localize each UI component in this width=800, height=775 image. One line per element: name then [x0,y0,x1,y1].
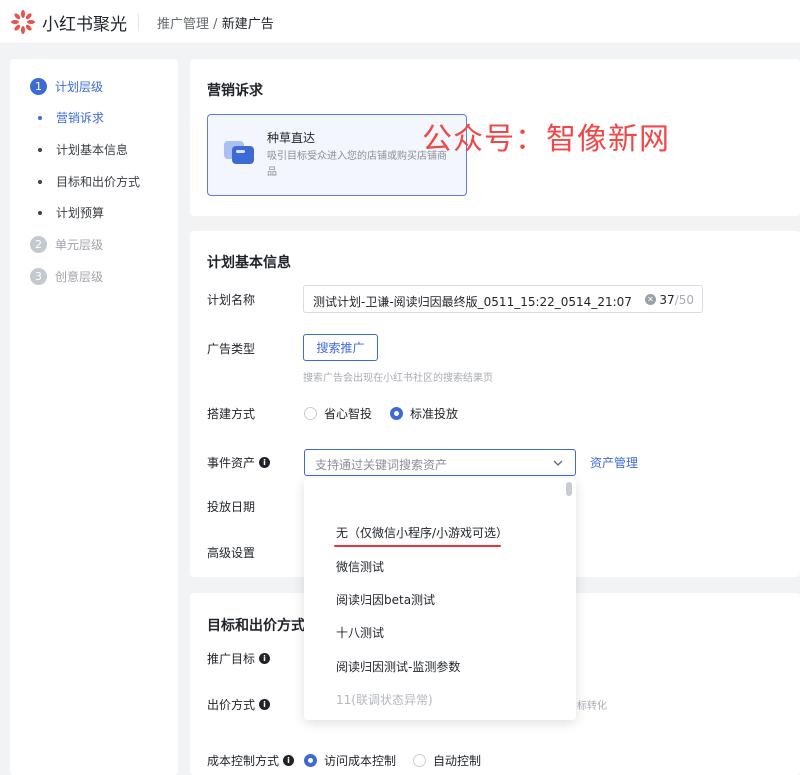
radio-circle [304,754,317,767]
section-title: 计划基本信息 [207,255,291,271]
breadcrumb-separator: / [213,17,218,32]
event-asset-label: 事件资产 i [207,454,271,471]
build-method-label: 搭建方式 [207,407,256,421]
step-label: 计划层级 [55,79,104,94]
radio-circle [413,754,426,767]
sidebar-step-plan[interactable]: 1 计划层级 [30,76,103,96]
step-number: 3 [30,267,47,285]
logo-icon [11,10,35,34]
advanced-settings-label: 高级设置 [207,546,256,560]
header-divider [138,13,139,31]
clear-icon[interactable]: ✕ [645,294,656,305]
sidebar-item-goal-bid[interactable]: 目标和出价方式 [38,173,140,190]
plan-name-label: 计划名称 [207,293,256,307]
dropdown-option[interactable]: 阅读归因beta测试 [336,591,435,608]
bid-side-text: 标转化 [577,701,607,712]
dropdown-option[interactable]: 阅读归因测试-监测参数 [336,658,460,675]
sidebar-item-label: 计划基本信息 [56,143,129,157]
info-icon[interactable]: i [259,653,271,664]
bullet-dot [38,147,42,152]
bullet-dot [38,115,42,120]
bullet-dot [38,179,42,184]
sidebar-item-budget[interactable]: 计划预算 [38,204,104,221]
ad-type-label: 广告类型 [207,342,256,356]
sidebar-item-label: 营销诉求 [56,111,105,125]
plan-name-value: 测试计划-卫谦-阅读归因最终版_0511_15:22_0514_21:07 [313,295,632,309]
step-label: 创意层级 [55,269,104,284]
asset-management-link[interactable]: 资产管理 [590,454,638,471]
dropdown-option-disabled: 11(联调状态异常) [336,693,433,707]
bid-method-label-text: 出价方式 [207,698,256,712]
annotation-underline [334,545,501,547]
ad-type-hint: 搜索广告会出现在小红书社区的搜索结果页 [303,373,493,384]
promo-target-label-text: 推广目标 [207,652,256,666]
top-bar: 小红书聚光 推广管理 / 新建广告 [0,0,800,44]
event-asset-dropdown: 无（仅微信小程序/小游戏可选） 微信测试 阅读归因beta测试 十八测试 阅读归… [304,478,576,720]
sidebar-item-label: 计划预算 [56,206,105,220]
sidebar-step-unit[interactable]: 2 单元层级 [30,234,103,254]
radio-label: 标准投放 [410,407,459,421]
sidebar-item-label: 目标和出价方式 [56,175,141,189]
radio-label: 自动控制 [433,754,482,768]
info-icon[interactable]: i [283,755,295,766]
search-promo-button[interactable]: 搜索推广 [303,334,378,361]
plan-name-input[interactable]: 测试计划-卫谦-阅读归因最终版_0511_15:22_0514_21:07 ✕ … [303,285,703,313]
step-number: 2 [30,235,47,253]
delivery-date-label: 投放日期 [207,500,256,514]
event-asset-label-text: 事件资产 [207,456,256,470]
bid-method-label: 出价方式 i [207,696,271,713]
radio-smart-delivery[interactable]: 省心智投 [304,405,372,422]
radio-auto-control[interactable]: 自动控制 [413,752,481,769]
dropdown-option[interactable]: 微信测试 [336,558,384,575]
chevron-down-icon [553,460,563,466]
promo-target-label: 推广目标 i [207,650,271,667]
info-icon[interactable]: i [259,699,271,710]
marketing-option-title: 种草直达 [267,131,316,145]
radio-label: 省心智投 [324,407,373,421]
event-asset-select[interactable]: 支持通过关键词搜索资产 [304,449,576,476]
radio-circle [390,407,403,420]
sidebar-item-basic-info[interactable]: 计划基本信息 [38,141,128,158]
brand-name: 小红书聚光 [42,15,127,35]
bullet-dot [38,210,42,215]
breadcrumb-current: 新建广告 [221,17,274,32]
dropdown-scrollbar[interactable] [566,482,572,496]
radio-circle [304,407,317,420]
breadcrumb: 推广管理 / 新建广告 [157,13,274,32]
radio-standard-delivery[interactable]: 标准投放 [390,405,458,422]
char-counter: 37/50 [659,293,694,307]
step-number: 1 [30,77,47,95]
sidebar-item-marketing[interactable]: 营销诉求 [38,109,104,126]
info-icon[interactable]: i [259,457,271,468]
event-asset-placeholder: 支持通过关键词搜索资产 [315,458,448,472]
step-label: 单元层级 [55,237,104,252]
char-count: 37 [659,293,675,307]
radio-visit-cost-control[interactable]: 访问成本控制 [304,752,396,769]
dropdown-option[interactable]: 十八测试 [336,624,384,641]
dropdown-option[interactable]: 无（仅微信小程序/小游戏可选） [336,524,508,541]
sidebar [10,59,178,775]
radio-label: 访问成本控制 [324,754,397,768]
cost-control-label-text: 成本控制方式 [207,754,280,768]
char-max: /50 [674,293,694,307]
cost-control-label: 成本控制方式 i [207,752,295,769]
section-title: 营销诉求 [207,83,263,99]
seed-direct-icon [224,141,254,164]
breadcrumb-parent[interactable]: 推广管理 [157,17,209,32]
watermark-text: 公众号：智像新网 [422,122,670,157]
sidebar-step-creative[interactable]: 3 创意层级 [30,266,103,286]
section-title: 目标和出价方式 [207,618,305,634]
